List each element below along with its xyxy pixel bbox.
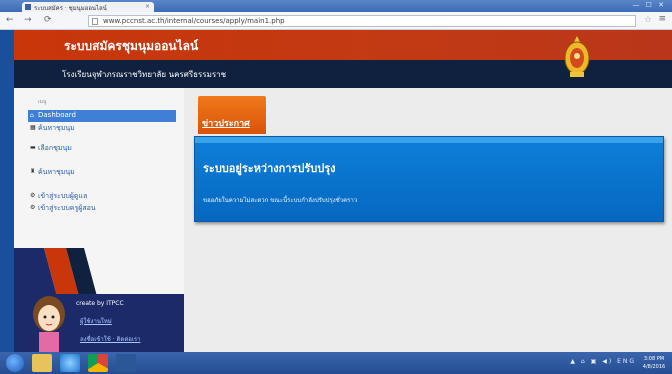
sidebar-item-find-club[interactable]: ♜ ค้นหาชุมนุม (28, 166, 176, 178)
start-button[interactable] (6, 354, 24, 372)
clock[interactable]: 3:08 PM 4/8/2016 (640, 355, 668, 371)
sidebar-item-label: ค้นหาชุมนุม (38, 168, 75, 176)
gear-icon: ⚙ (30, 192, 36, 199)
internet-explorer-icon[interactable] (60, 354, 80, 372)
avatar (33, 296, 65, 352)
back-icon[interactable]: ← (6, 15, 14, 25)
new-user-link[interactable]: ผู้ใช้งานใหม่ (80, 316, 112, 326)
home-icon: ⌂ (30, 112, 34, 119)
url-input[interactable]: www.pccnst.ac.th/internal/courses/apply/… (88, 15, 636, 27)
window-controls[interactable]: — ☐ ✕ (632, 1, 666, 9)
news-tab-label: ข่าวประกาศ (202, 119, 250, 129)
file-explorer-icon[interactable] (32, 354, 52, 372)
royal-emblem-icon (564, 36, 590, 77)
sidebar-item-label: เข้าสู่ระบบครูผู้สอน (38, 204, 96, 212)
credit-text: create by ITPCC (76, 300, 124, 307)
sidebar-item-label: Dashboard (38, 111, 76, 119)
web-page: ระบบสมัครชุมนุมออนไลน์ โรงเรียนจุฬาภรณรา… (14, 30, 672, 352)
browser-tab-strip: ระบบสมัคร · ชุมนุมออนไลน์ × — ☐ ✕ (0, 0, 672, 12)
gear-icon: ⚙ (30, 204, 36, 211)
sidebar-item-label: เข้าสู่ระบบผู้ดูแล (38, 192, 88, 200)
address-bar: ← → ⟳ www.pccnst.ac.th/internal/courses/… (0, 12, 672, 30)
school-name: โรงเรียนจุฬาภรณราชวิทยาลัย นครศรีธรรมราช (62, 70, 227, 79)
panel-top-bar (195, 137, 663, 143)
sidebar-item-label: เลือกชุมนุม (38, 144, 72, 152)
tab-close-icon[interactable]: × (145, 3, 150, 10)
sidebar-item-dashboard[interactable]: ⌂ Dashboard (28, 110, 176, 122)
login-link[interactable]: ลงชื่อเข้าใช้ · ติดต่อเรา (80, 334, 140, 344)
card-icon: ▬ (30, 144, 36, 151)
system-tray[interactable]: ▲ ⌂ ▣ ◀) ENG (570, 358, 636, 365)
announcement-panel: ระบบอยู่ระหว่างการปรับปรุง ขออภัยในความไ… (194, 136, 664, 222)
sidebar-item-teacher-login[interactable]: ⚙ เข้าสู่ระบบครูผู้สอน (28, 202, 176, 214)
tab-news[interactable]: ข่าวประกาศ (198, 96, 266, 134)
sidebar-item-label: ค้นหาชุมนุม (38, 124, 75, 132)
tab-title: ระบบสมัคร · ชุมนุมออนไลน์ (34, 5, 107, 12)
bookmark-star-icon[interactable]: ☆ (644, 15, 652, 25)
sidebar-item-admin-login[interactable]: ⚙ เข้าสู่ระบบผู้ดูแล (28, 190, 176, 202)
clock-date: 4/8/2016 (642, 364, 666, 370)
sidebar-item-search-club[interactable]: ▦ ค้นหาชุมนุม (28, 122, 176, 134)
url-text: www.pccnst.ac.th/internal/courses/apply/… (103, 17, 285, 25)
clock-time: 3:08 PM (643, 356, 665, 362)
sidebar-item-select-club[interactable]: ▬ เลือกชุมนุม (28, 142, 176, 154)
user-icon: ♜ (30, 168, 36, 175)
grid-icon: ▦ (30, 124, 36, 131)
panel-title: ระบบอยู่ระหว่างการปรับปรุง (203, 162, 336, 175)
chrome-icon[interactable] (88, 354, 108, 372)
site-title: ระบบสมัครชุมนุมออนไลน์ (64, 39, 199, 53)
reload-icon[interactable]: ⟳ (44, 15, 52, 25)
browser-tab[interactable]: ระบบสมัคร · ชุมนุมออนไลน์ × (22, 2, 154, 12)
favicon-icon (25, 4, 31, 10)
word-icon[interactable] (116, 354, 136, 372)
page-icon (92, 18, 98, 25)
browser-menu-icon[interactable]: ≡ (658, 14, 666, 24)
taskbar: ▲ ⌂ ▣ ◀) ENG 3:08 PM 4/8/2016 (0, 352, 672, 374)
panel-text: ขออภัยในความไม่สะดวก ขณะนี้ระบบกำลังปรับ… (203, 197, 358, 204)
forward-icon[interactable]: → (24, 15, 32, 25)
sidebar-section-label: เมนู (38, 99, 47, 105)
